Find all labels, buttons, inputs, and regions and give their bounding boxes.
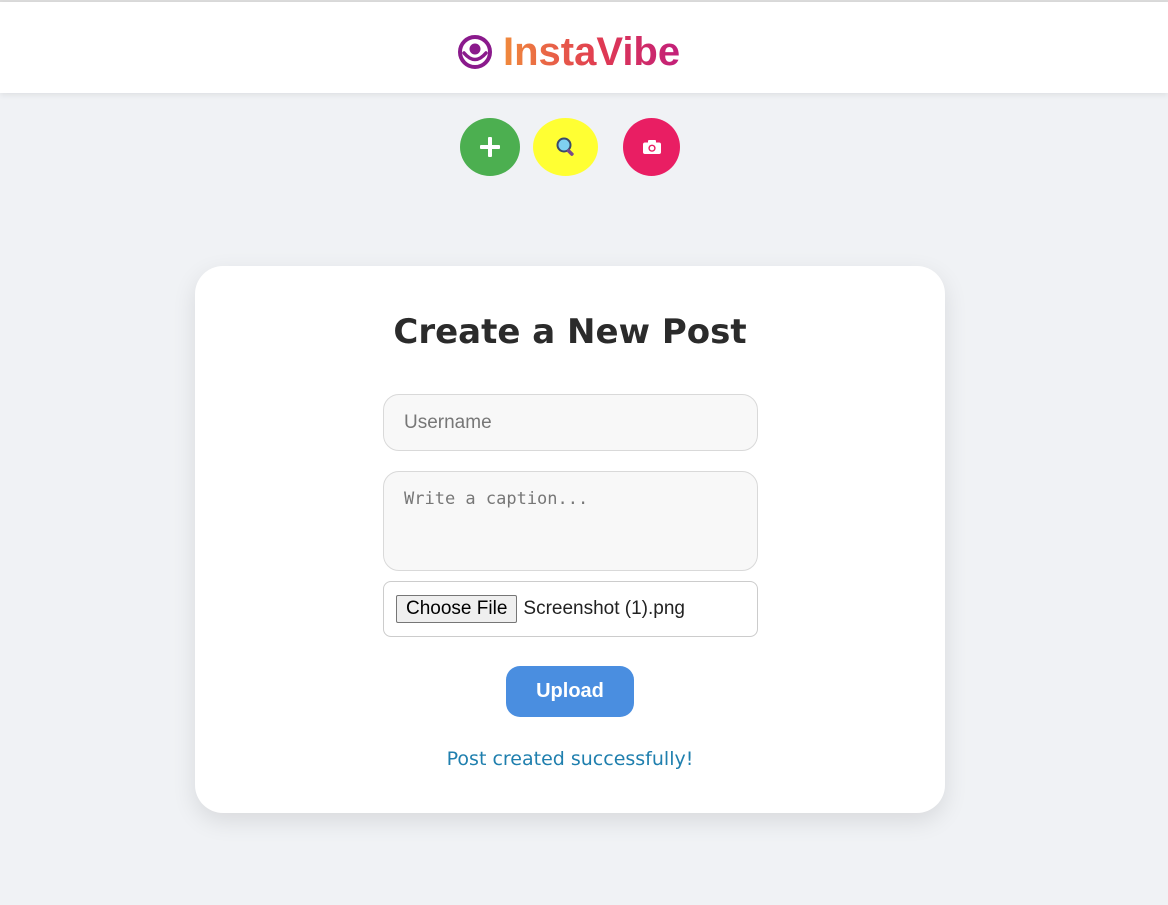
create-post-card: Create a New Post Choose File Screenshot… — [195, 266, 945, 813]
search-button[interactable] — [533, 118, 598, 176]
camera-icon — [642, 140, 661, 154]
smiley-icon — [458, 35, 492, 69]
selected-file-name: Screenshot (1).png — [523, 598, 685, 619]
caption-input[interactable] — [383, 471, 758, 571]
page-title: Create a New Post — [393, 312, 747, 352]
status-message: Post created successfully! — [446, 748, 694, 770]
upload-button[interactable]: Upload — [506, 666, 634, 717]
app-name: InstaVibe — [503, 30, 681, 74]
username-input[interactable] — [383, 394, 758, 451]
magnifier-icon — [556, 137, 574, 156]
camera-button[interactable] — [623, 118, 680, 176]
app-header: InstaVibe — [0, 2, 1168, 93]
choose-file-button[interactable]: Choose File — [396, 595, 518, 623]
add-post-button[interactable] — [460, 118, 520, 176]
plus-icon — [480, 137, 500, 157]
brand[interactable]: InstaVibe — [457, 30, 680, 74]
file-picker[interactable]: Choose File Screenshot (1).png — [383, 581, 758, 637]
